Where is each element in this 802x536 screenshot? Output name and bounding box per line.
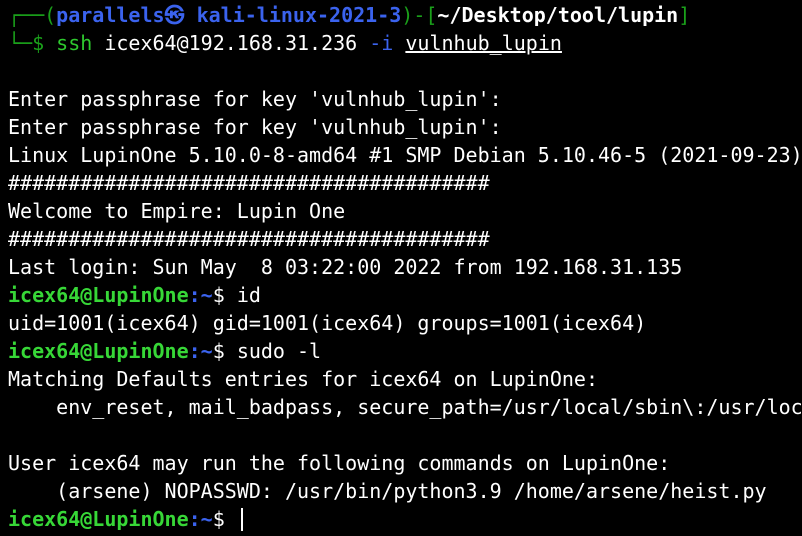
command-flag: -i [369,31,394,55]
remote-command: sudo -l [236,339,322,363]
output-line: Enter passphrase for key 'vulnhub_lupin'… [8,87,502,111]
prompt-frame-close: ] [678,3,691,27]
output-line: Welcome to Empire: Lupin One [8,199,346,223]
output-line: Enter passphrase for key 'vulnhub_lupin'… [8,115,502,139]
remote-prompt-line-active[interactable]: icex64@LupinOne:~$ [8,505,802,533]
remote-prompt-path: :~ [188,283,213,307]
prompt-frame-mid: )-[ [401,3,438,27]
output-line: Matching Defaults entries for icex64 on … [8,367,599,391]
output-line: (arsene) NOPASSWD: /usr/bin/python3.9 /h… [8,479,767,503]
remote-prompt-dollar: $ [212,507,237,531]
output-line: uid=1001(icex64) gid=1001(icex64) groups… [8,311,647,335]
prompt-current-directory: ~/Desktop/tool/lupin [437,3,679,27]
remote-prompt-path: :~ [188,507,213,531]
command-key-argument: vulnhub_lupin [405,31,562,55]
output-line: User icex64 may run the following comman… [8,451,671,475]
remote-prompt-user-host: icex64@LupinOne [8,507,189,531]
remote-prompt-line: icex64@LupinOne:~$ id [8,281,802,309]
output-line: Linux LupinOne 5.10.0-8-amd64 #1 SMP Deb… [8,143,802,167]
command-name: ssh [56,31,93,55]
remote-command: id [236,283,261,307]
zsh-prompt-top-line: ┌──(parallels㉿ kali-linux-2021-3)-[~/Des… [8,1,802,29]
prompt-user-host: parallels㉿ kali-linux-2021-3 [56,3,402,27]
prompt-frame-top: ┌──( [8,3,57,27]
remote-prompt-dollar: $ [212,283,237,307]
remote-prompt-line: icex64@LupinOne:~$ sudo -l [8,337,802,365]
remote-prompt-user-host: icex64@LupinOne [8,283,189,307]
zsh-prompt-command-line: └─$ ssh icex64@192.168.31.236 -i vulnhub… [8,29,802,57]
text-cursor [240,508,243,531]
command-target: icex64@192.168.31.236 [92,31,370,55]
terminal-window[interactable]: ┌──(parallels㉿ kali-linux-2021-3)-[~/Des… [0,0,802,536]
remote-prompt-dollar: $ [212,339,237,363]
output-line: env_reset, mail_badpass, secure_path=/us… [56,395,802,419]
output-line: ######################################## [8,171,490,195]
remote-prompt-path: :~ [188,339,213,363]
output-line: ######################################## [8,227,490,251]
output-line: Last login: Sun May 8 03:22:00 2022 from… [8,255,683,279]
remote-prompt-user-host: icex64@LupinOne [8,339,189,363]
prompt-frame-bottom: └─$ [8,31,57,55]
